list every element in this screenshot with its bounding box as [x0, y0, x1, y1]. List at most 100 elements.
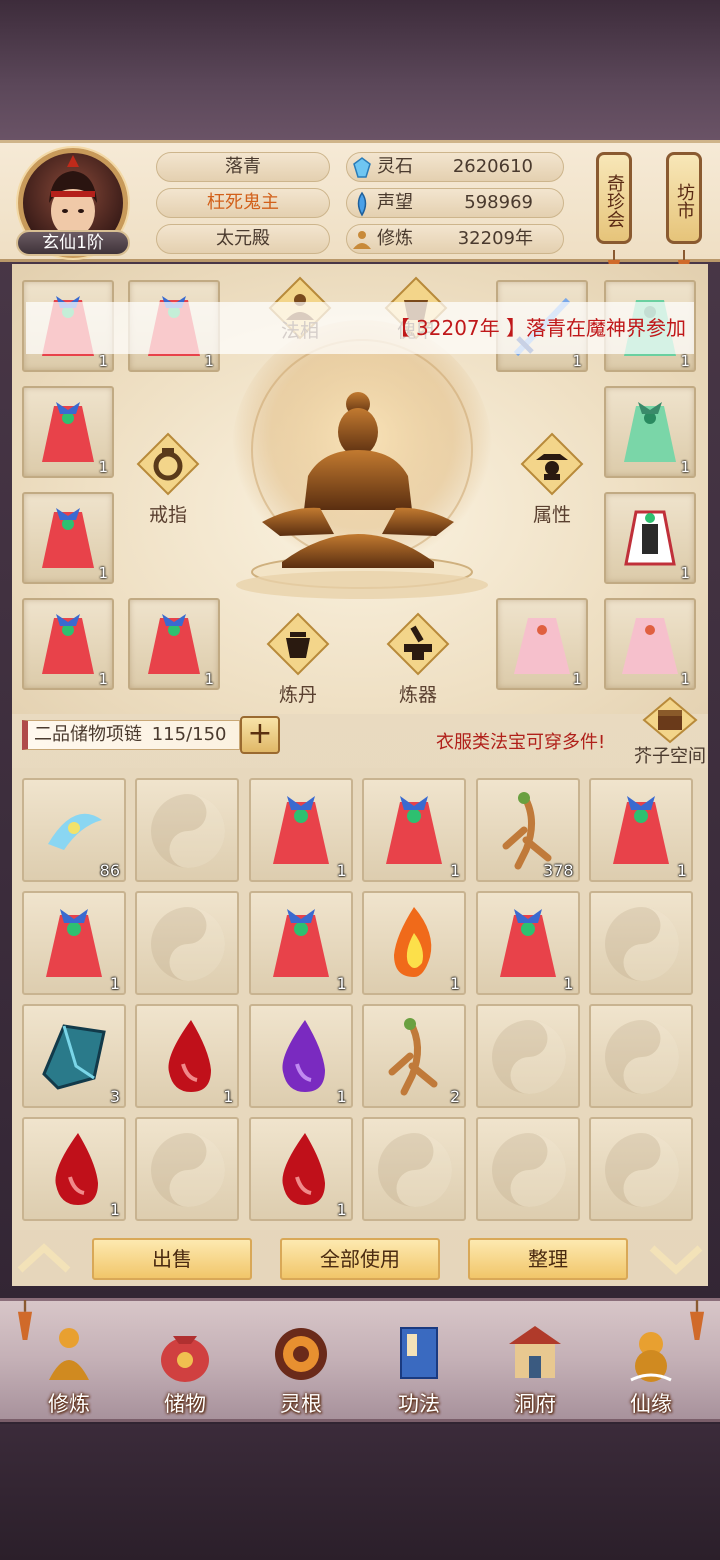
inventory-slot[interactable]: 1	[248, 1004, 353, 1108]
market-button[interactable]: 坊市	[666, 152, 702, 244]
sort-button[interactable]: 整理	[468, 1238, 628, 1280]
top-backdrop	[0, 0, 720, 140]
attribute-button[interactable]: 属性	[520, 432, 584, 526]
nav-label: 洞府	[514, 1392, 556, 1416]
stat-reputation: 声望 598969	[346, 188, 564, 218]
inventory-slot[interactable]: 2	[362, 1004, 467, 1108]
bag-capacity-bar: 二品储物项链 115/150	[22, 720, 240, 750]
nav-skill-book[interactable]: 功法	[374, 1320, 464, 1416]
item-count: 1	[572, 670, 582, 688]
reputation-icon	[357, 191, 367, 217]
item-count: 1	[109, 1200, 120, 1219]
inventory-slot[interactable]: 1	[248, 778, 353, 882]
empty-inventory-slot[interactable]	[135, 1117, 240, 1221]
yin-yang-icon	[491, 1133, 566, 1207]
level-badge: 玄仙1阶	[16, 230, 130, 256]
equip-slot[interactable]: 1	[22, 492, 114, 584]
bag-capacity: 115/150	[151, 724, 227, 745]
player-sect[interactable]: 太元殿	[156, 224, 330, 254]
broadcast-bracket: 【	[389, 316, 417, 340]
diamond-label: 炼丹	[278, 684, 317, 706]
stat-cultivation: 修炼 32209年	[346, 224, 564, 254]
skill-book-nav-icon	[400, 1327, 438, 1379]
player-title[interactable]: 枉死鬼主	[156, 188, 330, 218]
spirit-stone-icon	[353, 157, 371, 178]
stat-value: 2620610	[452, 156, 533, 177]
inventory-slot[interactable]: 378	[475, 778, 580, 882]
broadcast-bracket: 】	[499, 316, 526, 340]
expand-bag-button[interactable]: +	[240, 716, 280, 754]
nav-storage[interactable]: 储物	[140, 1320, 230, 1416]
alchemy-icon	[266, 612, 330, 676]
cultivation-icon	[353, 231, 371, 249]
equip-slot[interactable]: 1	[604, 598, 696, 690]
nav-cultivate[interactable]: 修炼	[24, 1320, 114, 1416]
nav-label: 功法	[398, 1392, 440, 1416]
forge-button[interactable]: 炼器	[386, 612, 450, 706]
item-count: 1	[223, 1087, 234, 1106]
item-count: 1	[336, 1087, 347, 1106]
bag-name: 二品储物项链	[34, 724, 142, 745]
treasure-box-icon	[642, 696, 698, 744]
empty-inventory-slot[interactable]	[362, 1117, 467, 1221]
nav-cave[interactable]: 洞府	[490, 1320, 580, 1416]
item-count: 1	[336, 974, 347, 993]
empty-inventory-slot[interactable]	[135, 891, 240, 995]
equip-slot[interactable]: 1	[128, 598, 220, 690]
yin-yang-icon	[605, 1133, 679, 1207]
inventory-slot[interactable]: 3	[22, 1004, 126, 1108]
equip-slot[interactable]: 1	[22, 598, 114, 690]
ring-button[interactable]: 戒指	[136, 432, 200, 526]
nav-label: 仙缘	[630, 1392, 672, 1416]
inventory-slot[interactable]: 1	[362, 891, 467, 995]
item-count: 1	[450, 861, 461, 880]
empty-inventory-slot[interactable]	[475, 1117, 580, 1221]
equip-slot[interactable]: 1	[22, 386, 114, 478]
item-count: 3	[109, 1087, 120, 1106]
item-count: 1	[680, 670, 690, 688]
nav-label: 灵根	[280, 1392, 322, 1416]
app-root: 玄仙1阶 落青 枉死鬼主 太元殿 灵石 2620610 声望 598969 修炼…	[0, 0, 720, 1560]
treasure-fair-button[interactable]: 奇珍会	[596, 152, 632, 244]
stat-label: 灵石	[377, 156, 413, 177]
empty-inventory-slot[interactable]	[475, 1004, 580, 1108]
item-count: 1	[450, 974, 461, 993]
alchemy-button[interactable]: 炼丹	[266, 612, 330, 706]
item-count: 1	[98, 352, 108, 370]
item-count: 86	[99, 861, 120, 880]
yin-yang-icon	[151, 907, 226, 981]
inventory-slot[interactable]: 1	[248, 1117, 353, 1221]
inventory-slot[interactable]: 1	[135, 1004, 240, 1108]
item-count: 1	[563, 974, 574, 993]
equip-slot[interactable]: 1	[604, 492, 696, 584]
stat-label: 声望	[377, 192, 413, 213]
inventory-slot[interactable]: 86	[22, 778, 126, 882]
broadcast-text: 落青在魔神界参加	[526, 316, 686, 340]
empty-inventory-slot[interactable]	[589, 891, 693, 995]
empty-inventory-slot[interactable]	[135, 778, 240, 882]
sell-button[interactable]: 出售	[92, 1238, 252, 1280]
system-broadcast: 【 32207年 】落青在魔神界参加	[26, 302, 694, 354]
nav-fortune[interactable]: 仙缘	[606, 1320, 696, 1416]
inventory-slot[interactable]: 1	[22, 1117, 126, 1221]
inventory-slot[interactable]: 1	[589, 778, 693, 882]
nav-spirit-root[interactable]: 灵根	[256, 1320, 346, 1416]
equip-slot[interactable]: 1	[496, 598, 588, 690]
empty-inventory-slot[interactable]	[589, 1004, 693, 1108]
item-count: 1	[676, 861, 687, 880]
use-all-button[interactable]: 全部使用	[280, 1238, 440, 1280]
scroll-up-icon[interactable]	[14, 1240, 74, 1276]
mustard-space-button[interactable]: 芥子空间	[630, 696, 710, 770]
inventory-slot[interactable]: 1	[362, 778, 467, 882]
inventory-slot[interactable]: 1	[248, 891, 353, 995]
inventory-slot[interactable]: 1	[22, 891, 126, 995]
empty-inventory-slot[interactable]	[589, 1117, 693, 1221]
item-count: 1	[336, 1200, 347, 1219]
stat-spirit-stone: 灵石 2620610	[346, 152, 564, 182]
yin-yang-icon	[378, 1133, 453, 1207]
scroll-down-icon[interactable]	[646, 1240, 706, 1276]
item-count: 1	[204, 670, 214, 688]
inventory-slot[interactable]: 1	[475, 891, 580, 995]
item-count: 1	[680, 458, 690, 476]
equip-slot[interactable]: 1	[604, 386, 696, 478]
